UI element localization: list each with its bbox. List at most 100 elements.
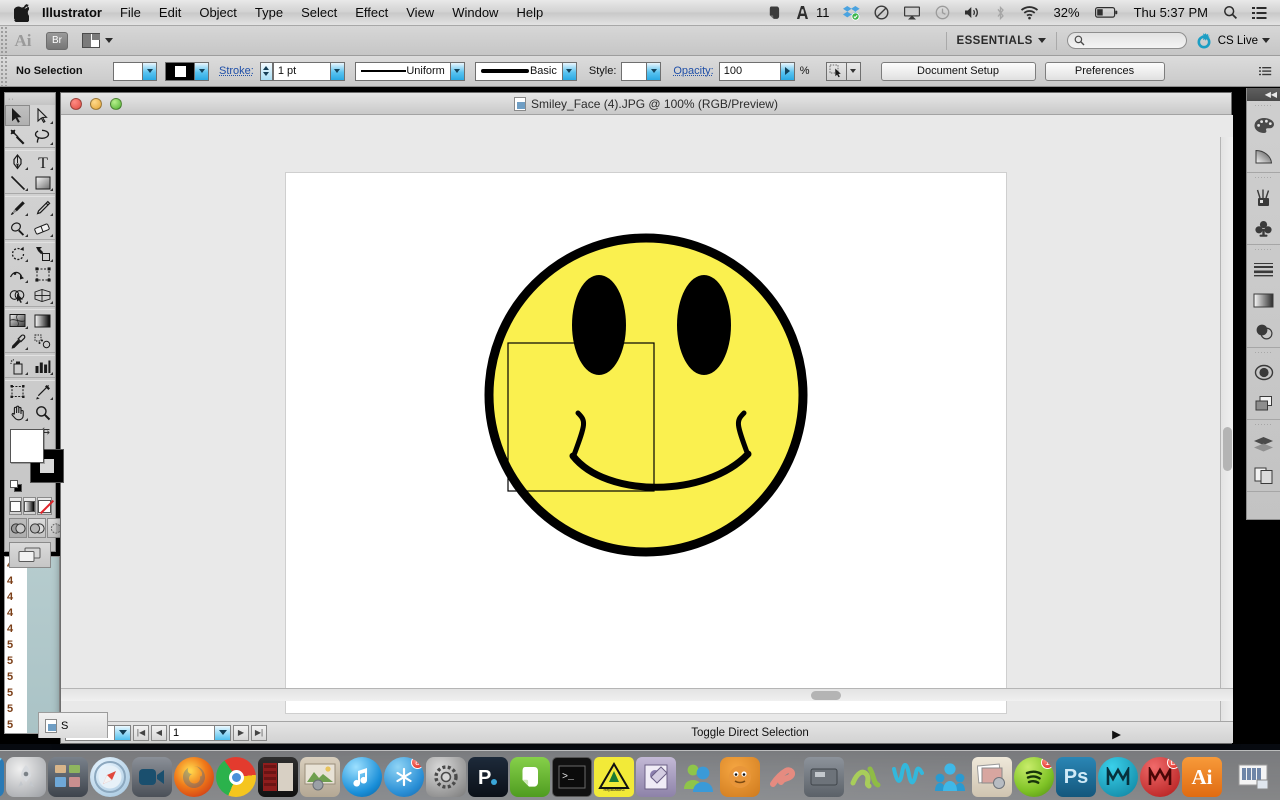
document-title-bar[interactable]: Smiley_Face (4).JPG @ 100% (RGB/Preview) <box>61 93 1231 115</box>
previous-artboard-button[interactable]: ◀ <box>151 724 167 741</box>
magic-wand-tool[interactable] <box>5 126 30 147</box>
launch-bridge-button[interactable]: Br <box>46 31 68 50</box>
artboard-dropdown[interactable] <box>215 724 231 741</box>
slice-tool[interactable] <box>30 381 55 402</box>
brush-definition[interactable]: Basic <box>474 61 563 81</box>
draw-behind-icon[interactable] <box>28 518 46 538</box>
wifi-icon[interactable] <box>1013 0 1046 26</box>
menu-file[interactable]: File <box>111 0 150 26</box>
notification-center-icon[interactable] <box>1245 0 1274 26</box>
dock-item-meetup[interactable] <box>930 757 970 797</box>
profile-dropdown[interactable] <box>450 61 465 81</box>
dock-item-sketchup[interactable] <box>846 757 886 797</box>
dock-item-iphoto[interactable] <box>300 757 340 797</box>
bluetooth-icon[interactable] <box>988 0 1013 26</box>
rotate-tool[interactable] <box>5 243 30 264</box>
volume-icon[interactable] <box>957 0 988 26</box>
dock-item-messenger[interactable] <box>678 757 718 797</box>
symbols-panel-icon[interactable] <box>1247 213 1280 244</box>
color-panel-icon[interactable] <box>1247 110 1280 141</box>
stroke-weight-dropdown[interactable] <box>330 61 345 81</box>
artboard[interactable] <box>286 173 1006 713</box>
control-panel-menu[interactable] <box>1259 66 1280 77</box>
workspace-switcher[interactable]: ESSENTIALS <box>957 35 1046 47</box>
dock-item-trash[interactable] <box>1276 757 1280 797</box>
panel-group-grip[interactable]: ······ <box>1247 348 1280 357</box>
stroke-weight-value[interactable]: 1 pt <box>272 61 331 81</box>
status-info[interactable]: Toggle Direct Selection ▶ <box>267 727 1233 741</box>
blob-brush-tool[interactable] <box>5 218 30 239</box>
background-document-tab[interactable]: S <box>38 712 108 738</box>
selection-tool[interactable] <box>5 105 30 126</box>
menu-effect[interactable]: Effect <box>346 0 397 26</box>
dock-item-system-preferences[interactable] <box>426 757 466 797</box>
pencil-tool[interactable] <box>30 197 55 218</box>
graphic-style-swatch[interactable] <box>621 61 648 81</box>
airplay-icon[interactable] <box>896 0 928 26</box>
status-menu-arrow-icon[interactable]: ▶ <box>1112 727 1121 741</box>
none-icon[interactable] <box>37 497 52 515</box>
lasso-tool[interactable] <box>30 126 55 147</box>
pen-tool[interactable] <box>5 151 30 172</box>
dock-item-makerware-red[interactable]: D <box>1140 757 1180 797</box>
default-fill-stroke-icon[interactable] <box>10 480 23 493</box>
zoom-tool[interactable] <box>30 402 55 423</box>
preferences-button[interactable]: Preferences <box>1044 61 1165 81</box>
transparency-panel-icon[interactable] <box>1247 316 1280 347</box>
eyedropper-tool[interactable] <box>5 331 30 352</box>
dock-item-facetime[interactable] <box>132 757 172 797</box>
help-search-input[interactable] <box>1066 32 1187 49</box>
panel-group-grip[interactable]: ······ <box>1247 245 1280 254</box>
brush-dropdown[interactable] <box>562 61 577 81</box>
opacity-label[interactable]: Opacity: <box>673 65 713 77</box>
menu-select[interactable]: Select <box>292 0 346 26</box>
opacity-slider-button[interactable] <box>780 61 795 81</box>
change-screen-mode-icon[interactable] <box>9 542 51 568</box>
dock-item-imovie[interactable] <box>258 757 298 797</box>
gradient-icon[interactable] <box>23 497 36 515</box>
shape-builder-tool[interactable] <box>5 285 30 306</box>
stroke-color-control[interactable] <box>165 61 209 81</box>
vertical-scroll-thumb[interactable] <box>1223 427 1232 471</box>
rectangle-tool[interactable] <box>30 172 55 193</box>
document-setup-button[interactable]: Document Setup <box>880 61 1036 81</box>
dock-item-replicatorg[interactable]: ReplicatorG <box>594 757 634 797</box>
menu-window[interactable]: Window <box>443 0 507 26</box>
apple-menu-icon[interactable] <box>0 3 40 22</box>
dock-item-itunes[interactable] <box>342 757 382 797</box>
line-segment-tool[interactable] <box>5 172 30 193</box>
expand-panels-icon[interactable]: ◀◀ <box>1247 88 1280 101</box>
fill-color-swatch[interactable] <box>10 429 44 463</box>
paintbrush-tool[interactable] <box>5 197 30 218</box>
tools-panel-header[interactable]: ·· <box>5 93 55 105</box>
brush-definition-control[interactable]: Basic <box>474 61 577 81</box>
collapse-panel-icon[interactable]: ·· <box>8 96 15 103</box>
menu-object[interactable]: Object <box>190 0 246 26</box>
panel-group-grip[interactable]: ······ <box>1247 101 1280 110</box>
stroke-panel-icon[interactable] <box>1247 254 1280 285</box>
menu-illustrator[interactable]: Illustrator <box>40 0 111 26</box>
dock-item-pinterest[interactable] <box>762 757 802 797</box>
panel-group-grip[interactable]: ······ <box>1247 173 1280 182</box>
dock-item-launchpad[interactable] <box>6 757 46 797</box>
layers-panel-icon[interactable] <box>1247 429 1280 460</box>
background-window[interactable]: 4 4 4 4 4 5 5 5 5 5 5 <box>4 556 60 734</box>
opacity-control[interactable]: 100 <box>718 61 795 81</box>
brushes-panel-icon[interactable] <box>1247 182 1280 213</box>
width-tool[interactable] <box>5 264 30 285</box>
zoom-level-dropdown[interactable] <box>115 724 131 741</box>
dock-item-documents-stack[interactable] <box>1234 757 1274 797</box>
column-graph-tool[interactable] <box>30 356 55 377</box>
last-artboard-button[interactable]: ▶| <box>251 724 267 741</box>
mesh-tool[interactable] <box>5 310 30 331</box>
menu-edit[interactable]: Edit <box>150 0 190 26</box>
stroke-weight-stepper[interactable] <box>259 61 273 81</box>
menu-view[interactable]: View <box>397 0 443 26</box>
scale-tool[interactable] <box>30 243 55 264</box>
dock-item-makerbot-desktop[interactable] <box>804 757 844 797</box>
panel-group-grip[interactable]: ······ <box>1247 420 1280 429</box>
artboards-panel-icon[interactable] <box>1247 460 1280 491</box>
free-transform-tool[interactable] <box>30 264 55 285</box>
dock-item-mission-control[interactable] <box>48 757 88 797</box>
appearance-panel-icon[interactable] <box>1247 357 1280 388</box>
